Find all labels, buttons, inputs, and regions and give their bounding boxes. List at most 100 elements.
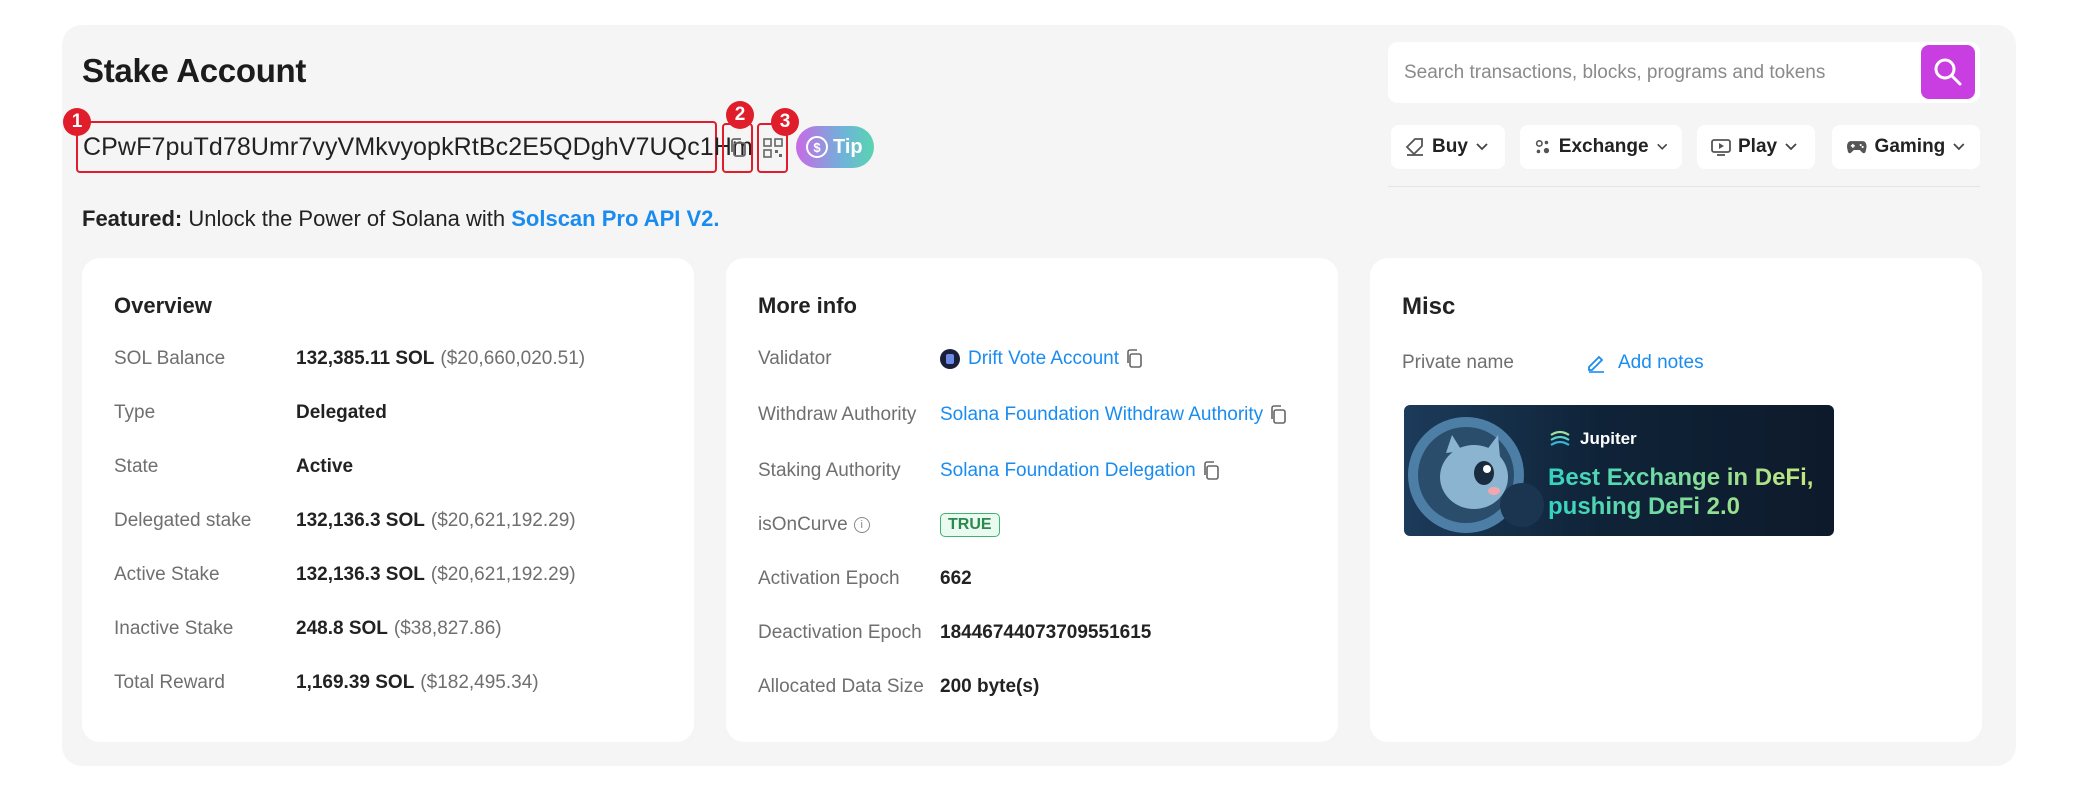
validator-logo-icon [940, 349, 960, 369]
tag-icon [1405, 138, 1423, 156]
search-input[interactable] [1404, 42, 1904, 103]
search-icon [1934, 58, 1962, 86]
validator-link[interactable]: Drift Vote Account [968, 348, 1119, 370]
row-value: 18446744073709551615 [940, 622, 1152, 643]
annotation-marker-2: 2 [726, 101, 754, 129]
banner-headline: Best Exchange in DeFi, pushing DeFi 2.0 [1548, 463, 1813, 521]
annotation-marker-3: 3 [771, 108, 799, 136]
overview-row: Delegated stake 132,136.3 SOL ($20,621,1… [114, 510, 576, 532]
exchange-menu-label: Exchange [1558, 136, 1649, 157]
copy-icon[interactable] [1202, 461, 1220, 481]
play-screen-icon [1711, 139, 1731, 156]
row-label: Activation Epoch [758, 568, 900, 589]
overview-card: Overview SOL Balance 132,385.11 SOL ($20… [82, 258, 694, 742]
allocated-data-size-row: Allocated Data Size 200 byte(s) [758, 676, 1039, 698]
overview-row: Active Stake 132,136.3 SOL ($20,621,192.… [114, 564, 576, 586]
annotation-marker-1: 1 [63, 108, 91, 136]
chevron-down-icon [1953, 143, 1965, 151]
row-label: Private name [1402, 352, 1514, 373]
staking-authority-link[interactable]: Solana Foundation Delegation [940, 460, 1196, 482]
qr-code-icon [762, 138, 783, 158]
row-label: Active Stake [114, 564, 220, 585]
copy-icon[interactable] [1125, 349, 1143, 369]
banner-line-1: Best Exchange in DeFi, [1548, 464, 1814, 491]
featured-prefix: Featured: [82, 206, 183, 231]
more-info-card: More info Validator Drift Vote Account W… [726, 258, 1338, 742]
row-value: 248.8 SOL [296, 618, 388, 639]
withdraw-authority-link[interactable]: Solana Foundation Withdraw Authority [940, 404, 1263, 426]
deactivation-epoch-row: Deactivation Epoch 18446744073709551615 [758, 622, 1151, 644]
row-value: Delegated [296, 402, 387, 423]
more-info-title: More info [758, 293, 857, 318]
row-value: 132,136.3 SOL [296, 564, 425, 585]
overview-title: Overview [114, 293, 212, 318]
tip-button[interactable]: $ Tip [796, 126, 874, 168]
row-usd-value: ($20,621,192.29) [430, 564, 576, 585]
banner-line-2: pushing DeFi 2.0 [1548, 493, 1741, 520]
row-value: 200 byte(s) [940, 676, 1040, 697]
page-title: Stake Account [82, 52, 307, 89]
row-usd-value: ($20,621,192.29) [430, 510, 576, 531]
withdraw-authority-row: Withdraw Authority Solana Foundation Wit… [758, 404, 1286, 426]
overview-row: SOL Balance 132,385.11 SOL ($20,660,020.… [114, 348, 585, 370]
chevron-down-icon [1656, 143, 1667, 150]
play-menu-button[interactable]: Play [1697, 125, 1815, 169]
misc-title: Misc [1402, 293, 1456, 320]
is-on-curve-row: isOnCurve i TRUE [758, 513, 1000, 537]
copy-icon [730, 138, 746, 157]
ad-banner[interactable]: Jupiter Best Exchange in DeFi, pushing D… [1404, 405, 1834, 536]
overview-row: Type Delegated [114, 402, 387, 424]
buy-menu-label: Buy [1432, 136, 1468, 157]
account-address: CPwF7puTd78Umr7vyVMkvyopkRtBc2E5QDghV7UQ… [83, 132, 753, 161]
private-name-row: Private name Add notes [1402, 352, 1704, 374]
overview-row: Total Reward 1,169.39 SOL ($182,495.34) [114, 672, 539, 694]
gaming-menu-button[interactable]: Gaming [1832, 125, 1980, 169]
overview-row: Inactive Stake 248.8 SOL ($38,827.86) [114, 618, 502, 640]
activation-epoch-row: Activation Epoch 662 [758, 568, 972, 590]
address-field[interactable]: CPwF7puTd78Umr7vyVMkvyopkRtBc2E5QDghV7UQ… [76, 121, 753, 173]
featured-banner: Featured: Unlock the Power of Solana wit… [82, 206, 720, 232]
row-value: Active [296, 456, 354, 477]
row-label: Staking Authority [758, 460, 901, 481]
row-label: SOL Balance [114, 348, 226, 369]
row-usd-value: ($38,827.86) [393, 618, 502, 639]
jupiter-logo-icon [1550, 430, 1570, 446]
exchange-menu-button[interactable]: Exchange [1520, 125, 1682, 169]
row-label: Inactive Stake [114, 618, 234, 639]
featured-link[interactable]: Solscan Pro API V2. [511, 206, 719, 231]
chevron-down-icon [1476, 143, 1488, 151]
info-icon[interactable]: i [853, 517, 870, 533]
copy-icon[interactable] [1269, 405, 1287, 425]
gamepad-icon [1846, 141, 1867, 154]
row-value: 1,169.39 SOL [296, 672, 415, 693]
overview-row: State Active [114, 456, 353, 478]
validator-row: Validator Drift Vote Account [758, 348, 1142, 370]
copy-address-button[interactable] [722, 123, 753, 173]
row-label: Allocated Data Size [758, 676, 924, 697]
chevron-down-icon [1785, 143, 1797, 151]
row-value: 132,385.11 SOL [296, 348, 435, 369]
row-label: Total Reward [114, 672, 225, 693]
search-button[interactable] [1921, 45, 1975, 99]
astronaut-cat-illustration [1408, 417, 1544, 533]
pencil-icon[interactable] [1586, 353, 1606, 373]
gaming-menu-label: Gaming [1874, 136, 1946, 157]
row-value: 662 [940, 568, 972, 589]
row-label: isOnCurve [758, 514, 848, 535]
row-usd-value: ($20,660,020.51) [440, 348, 586, 369]
row-label: Withdraw Authority [758, 404, 917, 425]
banner-brand: Jupiter [1548, 427, 1637, 451]
buy-menu-button[interactable]: Buy [1391, 125, 1505, 169]
banner-brand-name: Jupiter [1580, 429, 1637, 448]
row-usd-value: ($182,495.34) [420, 672, 539, 693]
row-value: 132,136.3 SOL [296, 510, 425, 531]
row-label: Validator [758, 348, 832, 369]
add-notes-link[interactable]: Add notes [1618, 352, 1704, 374]
status-badge: TRUE [940, 513, 1000, 537]
row-label: State [114, 456, 159, 477]
dollar-coin-icon: $ [806, 136, 828, 158]
row-label: Delegated stake [114, 510, 252, 531]
header-divider [1388, 186, 1980, 187]
row-label: Type [114, 402, 156, 423]
play-menu-label: Play [1738, 136, 1778, 157]
